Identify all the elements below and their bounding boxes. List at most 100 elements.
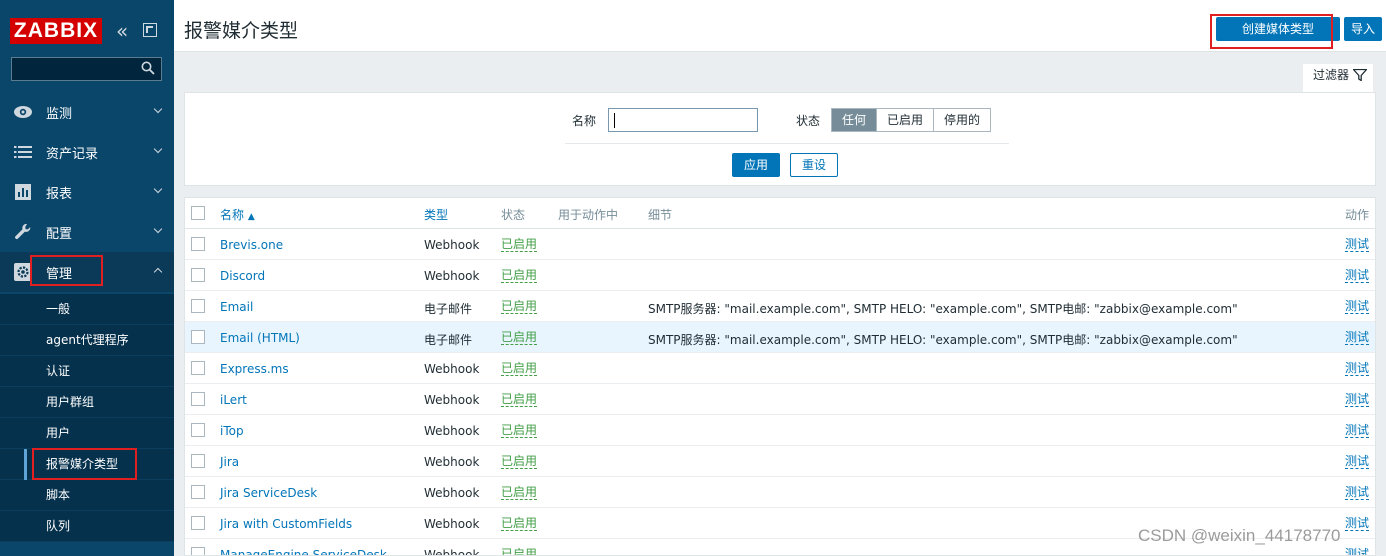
test-link[interactable]: 测试	[1345, 269, 1370, 283]
status-segmented-control: 任何 已启用 停用的	[831, 108, 992, 132]
menu-label: 报表	[46, 186, 73, 202]
menu-item-inventory[interactable]: 资产记录	[0, 132, 174, 172]
kiosk-mode-icon[interactable]	[143, 23, 157, 37]
test-link[interactable]: 测试	[1345, 455, 1370, 469]
row-checkbox[interactable]	[191, 268, 205, 282]
row-checkbox[interactable]	[191, 516, 205, 530]
search-icon[interactable]	[141, 61, 155, 75]
media-type-type: Webhook	[424, 517, 480, 531]
row-checkbox[interactable]	[191, 547, 205, 555]
menu-item-configuration[interactable]: 配置	[0, 212, 174, 252]
submenu-item-authentication[interactable]: 认证	[0, 356, 174, 387]
status-toggle-link[interactable]: 已启用	[501, 269, 538, 283]
test-link[interactable]: 测试	[1345, 486, 1370, 500]
menu-item-monitoring[interactable]: 监测	[0, 92, 174, 132]
row-checkbox[interactable]	[191, 361, 205, 375]
status-toggle-link[interactable]: 已启用	[501, 238, 538, 252]
media-type-name-link[interactable]: Jira with CustomFields	[220, 517, 352, 531]
annotation-box-create-button	[1210, 14, 1333, 49]
status-option-enabled[interactable]: 已启用	[877, 109, 935, 131]
media-type-type: Webhook	[424, 486, 480, 500]
table-row: Brevis.one Webhook 已启用 测试	[185, 229, 1375, 260]
row-checkbox[interactable]	[191, 423, 205, 437]
wrench-icon	[12, 222, 34, 242]
status-option-disabled[interactable]: 停用的	[934, 109, 991, 131]
filter-panel: 名称 状态 任何 已启用 停用的 应用 重设	[184, 92, 1376, 186]
media-types-table: 名称 ▲ 类型 状态 用于动作中 细节 动作 Brevis.one Webhook…	[184, 197, 1376, 556]
submenu-item-scripts[interactable]: 脚本	[0, 480, 174, 511]
table-header: 名称 ▲ 类型 状态 用于动作中 细节 动作	[185, 198, 1375, 229]
media-type-type: 电子邮件	[424, 333, 473, 347]
row-checkbox[interactable]	[191, 237, 205, 251]
status-toggle-link[interactable]: 已启用	[501, 393, 538, 407]
submenu-item-proxies[interactable]: agent代理程序	[0, 325, 174, 356]
media-type-type: Webhook	[424, 393, 480, 407]
status-toggle-link[interactable]: 已启用	[501, 331, 538, 345]
status-toggle-link[interactable]: 已启用	[501, 300, 538, 314]
column-header-type[interactable]: 类型	[424, 206, 448, 223]
media-type-name-link[interactable]: ManageEngine ServiceDesk	[220, 548, 387, 555]
submenu-item-users[interactable]: 用户	[0, 418, 174, 449]
row-checkbox[interactable]	[191, 330, 205, 344]
media-type-type: Webhook	[424, 424, 480, 438]
bar-chart-icon	[12, 182, 34, 202]
media-type-type: Webhook	[424, 548, 480, 556]
row-checkbox[interactable]	[191, 299, 205, 313]
media-type-name-link[interactable]: Jira ServiceDesk	[220, 486, 317, 500]
import-button[interactable]: 导入	[1344, 17, 1382, 41]
status-toggle-link[interactable]: 已启用	[501, 517, 538, 531]
media-type-type: Webhook	[424, 269, 480, 283]
test-link[interactable]: 测试	[1345, 517, 1370, 531]
media-type-name-link[interactable]: Express.ms	[220, 362, 289, 376]
media-type-name-link[interactable]: Discord	[220, 269, 265, 283]
column-header-action: 动作	[1345, 208, 1370, 222]
submenu-item-user-groups[interactable]: 用户群组	[0, 387, 174, 418]
media-type-name-link[interactable]: Email (HTML)	[220, 331, 300, 345]
media-type-type: Webhook	[424, 455, 480, 469]
status-option-any[interactable]: 任何	[832, 109, 878, 131]
menu-label: 资产记录	[46, 146, 99, 162]
test-link[interactable]: 测试	[1345, 393, 1370, 407]
test-link[interactable]: 测试	[1345, 238, 1370, 252]
media-type-details: SMTP服务器: "mail.example.com", SMTP HELO: …	[648, 333, 1238, 347]
filter-status-label: 状态	[796, 114, 821, 128]
media-type-name-link[interactable]: iLert	[220, 393, 247, 407]
test-link[interactable]: 测试	[1345, 424, 1370, 438]
status-toggle-link[interactable]: 已启用	[501, 362, 538, 376]
filter-divider	[565, 143, 1009, 144]
submenu-item-queue[interactable]: 队列	[0, 511, 174, 542]
select-all-checkbox[interactable]	[191, 206, 205, 220]
row-checkbox[interactable]	[191, 485, 205, 499]
media-type-name-link[interactable]: Jira	[220, 455, 239, 469]
test-link[interactable]: 测试	[1345, 300, 1370, 314]
test-link[interactable]: 测试	[1345, 548, 1369, 556]
row-checkbox[interactable]	[191, 392, 205, 406]
test-link[interactable]: 测试	[1345, 331, 1370, 345]
media-type-name-link[interactable]: Brevis.one	[220, 238, 283, 252]
column-header-name[interactable]: 名称 ▲	[220, 206, 255, 223]
table-row: Discord Webhook 已启用 测试	[185, 260, 1375, 291]
test-link[interactable]: 测试	[1345, 362, 1370, 376]
reset-button[interactable]: 重设	[790, 153, 838, 177]
filter-tab[interactable]: 过滤器	[1303, 64, 1373, 92]
media-type-name-link[interactable]: iTop	[220, 424, 244, 438]
filter-name-label: 名称	[572, 114, 597, 128]
status-toggle-link[interactable]: 已启用	[501, 455, 538, 469]
submenu-item-general[interactable]: 一般	[0, 294, 174, 325]
zabbix-logo[interactable]: ZABBIX	[10, 18, 102, 44]
media-type-name-link[interactable]: Email	[220, 300, 253, 314]
administration-submenu: 一般 agent代理程序 认证 用户群组 用户 报警媒介类型 脚本 队列	[0, 294, 174, 542]
status-toggle-link[interactable]: 已启用	[501, 424, 538, 438]
chevron-up-icon	[153, 267, 163, 277]
row-checkbox[interactable]	[191, 454, 205, 468]
filter-name-input[interactable]	[608, 108, 758, 132]
watermark: CSDN @weixin_44178770	[1138, 526, 1341, 545]
sidebar-search-input[interactable]	[11, 57, 162, 81]
collapse-sidebar-icon[interactable]: «	[116, 19, 128, 43]
text-caret	[614, 113, 615, 128]
apply-button[interactable]: 应用	[732, 153, 780, 177]
status-toggle-link[interactable]: 已启用	[501, 486, 538, 500]
eye-icon	[12, 102, 34, 122]
menu-item-reports[interactable]: 报表	[0, 172, 174, 212]
status-toggle-link[interactable]: 已启用	[501, 548, 537, 556]
